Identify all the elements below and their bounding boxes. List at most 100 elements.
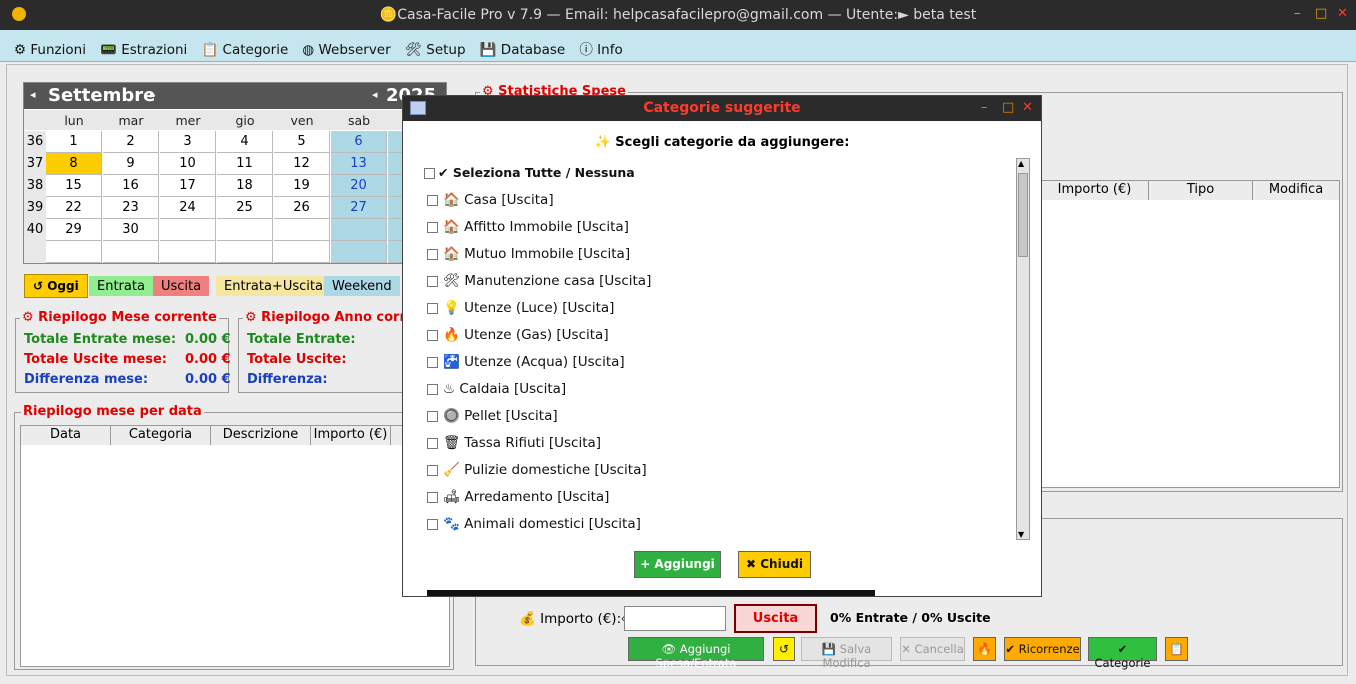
dialog-close-button[interactable]: ✕ bbox=[1022, 100, 1033, 115]
category-item-label[interactable]: ♨ Caldaia [Uscita] bbox=[443, 381, 566, 397]
category-checkbox[interactable] bbox=[427, 438, 438, 449]
category-item-label[interactable]: 🗑 Tassa Rifiuti [Uscita] bbox=[443, 435, 601, 451]
col-data[interactable]: Data bbox=[21, 426, 111, 445]
today-button[interactable]: ↺ Oggi bbox=[24, 274, 88, 298]
calendar-day[interactable]: 10 bbox=[160, 153, 216, 175]
by-date-table[interactable]: Data Categoria Descrizione Importo (€) bbox=[20, 425, 450, 667]
col-categoria[interactable]: Categoria bbox=[111, 426, 211, 445]
calendar-day[interactable]: 18 bbox=[217, 175, 273, 197]
calendar-day[interactable] bbox=[274, 219, 330, 241]
col-descrizione[interactable]: Descrizione bbox=[211, 426, 311, 445]
prev-year-icon[interactable]: ◂ bbox=[372, 88, 378, 101]
menu-categorie[interactable]: 📋 Categorie bbox=[196, 34, 293, 58]
calendar-day[interactable]: 6 bbox=[331, 131, 387, 153]
calendar-day[interactable] bbox=[217, 241, 273, 263]
calendar-day[interactable] bbox=[160, 241, 216, 263]
recurring-button[interactable]: ✔ Ricorrenze bbox=[1004, 637, 1081, 661]
calendar-day[interactable]: 16 bbox=[103, 175, 159, 197]
dialog-close-text-button[interactable]: ✖ Chiudi bbox=[738, 551, 811, 578]
category-item-label[interactable]: 🔥 Utenze (Gas) [Uscita] bbox=[443, 327, 609, 343]
calendar-day[interactable]: 9 bbox=[103, 153, 159, 175]
categories-button[interactable]: ✔ Categorie bbox=[1088, 637, 1157, 670]
calendar-day[interactable]: 23 bbox=[103, 197, 159, 219]
calendar-day[interactable] bbox=[331, 241, 387, 263]
stats-table[interactable]: Importo (€) Tipo Modifica bbox=[1040, 180, 1340, 488]
menu-webserver[interactable]: ◍ Webserver bbox=[297, 34, 395, 58]
category-checkbox[interactable] bbox=[427, 303, 438, 314]
calendar-day[interactable]: 5 bbox=[274, 131, 330, 153]
category-checkbox[interactable] bbox=[427, 249, 438, 260]
category-checkbox[interactable] bbox=[427, 492, 438, 503]
category-item-label[interactable]: 🚰 Utenze (Acqua) [Uscita] bbox=[443, 354, 625, 370]
calendar-day[interactable] bbox=[160, 219, 216, 241]
next-month-icon[interactable]: ▸ bbox=[150, 88, 156, 101]
category-item-label[interactable]: 🐾 Animali domestici [Uscita] bbox=[443, 516, 641, 532]
category-item-label[interactable]: 🛋 Arredamento [Uscita] bbox=[443, 489, 609, 505]
category-checkbox[interactable] bbox=[427, 519, 438, 530]
calendar-day[interactable] bbox=[217, 219, 273, 241]
calendar-day[interactable] bbox=[274, 241, 330, 263]
minimize-button[interactable]: – bbox=[1294, 6, 1301, 21]
category-checkbox[interactable] bbox=[427, 330, 438, 341]
menu-setup[interactable]: 🛠 Setup bbox=[400, 34, 471, 58]
delete-button[interactable]: ✕ Cancella bbox=[900, 637, 965, 661]
amount-input[interactable] bbox=[624, 606, 726, 631]
close-button[interactable]: ✕ bbox=[1337, 6, 1348, 21]
category-item-label[interactable]: 🧹 Pulizie domestiche [Uscita] bbox=[443, 462, 647, 478]
calendar-day[interactable]: 1 bbox=[46, 131, 102, 153]
calendar-day[interactable]: 12 bbox=[274, 153, 330, 175]
category-checkbox[interactable] bbox=[427, 195, 438, 206]
calendar-day[interactable] bbox=[103, 241, 159, 263]
reset-button[interactable]: ↺ bbox=[773, 637, 795, 661]
calendar-day[interactable]: 4 bbox=[217, 131, 273, 153]
calendar-day[interactable]: 20 bbox=[331, 175, 387, 197]
menu-funzioni[interactable]: ⚙ Funzioni bbox=[0, 34, 91, 58]
save-edit-button[interactable]: 💾 Salva Modifica bbox=[801, 637, 892, 670]
category-checkbox[interactable] bbox=[427, 384, 438, 395]
category-checkbox[interactable] bbox=[427, 357, 438, 368]
category-item-label[interactable]: 🏠 Casa [Uscita] bbox=[443, 192, 554, 208]
category-checkbox[interactable] bbox=[427, 276, 438, 287]
calendar-day[interactable]: 11 bbox=[217, 153, 273, 175]
calendar-day[interactable]: 19 bbox=[274, 175, 330, 197]
col-importo[interactable]: Importo (€) bbox=[1041, 181, 1149, 200]
dialog-add-button[interactable]: + Aggiungi bbox=[634, 551, 721, 578]
calendar-day[interactable]: 26 bbox=[274, 197, 330, 219]
calendar-day[interactable]: 2 bbox=[103, 131, 159, 153]
category-item-label[interactable]: 🛠 Manutenzione casa [Uscita] bbox=[443, 273, 651, 289]
col-importo[interactable]: Importo (€) bbox=[311, 426, 391, 445]
category-item-label[interactable]: 🏠 Mutuo Immobile [Uscita] bbox=[443, 246, 630, 262]
category-item-label[interactable]: 💡 Utenze (Luce) [Uscita] bbox=[443, 300, 614, 316]
dialog-minimize-button[interactable]: – bbox=[981, 100, 988, 115]
category-checkbox[interactable] bbox=[427, 411, 438, 422]
menu-database[interactable]: 💾 Database bbox=[475, 34, 571, 58]
select-all-checkbox[interactable] bbox=[424, 168, 435, 179]
menu-estrazioni[interactable]: 📟 Estrazioni bbox=[95, 34, 192, 58]
category-checkbox[interactable] bbox=[427, 465, 438, 476]
calendar-day[interactable]: 24 bbox=[160, 197, 216, 219]
scroll-up-icon[interactable]: ▲ bbox=[1018, 159, 1024, 168]
calendar-day[interactable]: 15 bbox=[46, 175, 102, 197]
add-expense-button[interactable]: 👁 Aggiungi Spesa/Entrata bbox=[628, 637, 764, 670]
calendar-day[interactable]: 29 bbox=[46, 219, 102, 241]
fire-button[interactable]: 🔥 bbox=[973, 637, 996, 661]
prev-month-icon[interactable]: ◂ bbox=[30, 88, 36, 101]
scrollbar-thumb[interactable] bbox=[1018, 173, 1028, 257]
category-item-label[interactable]: 🔘 Pellet [Uscita] bbox=[443, 408, 558, 424]
category-item-label[interactable]: 🏠 Affitto Immobile [Uscita] bbox=[443, 219, 629, 235]
calendar-day[interactable]: 13 bbox=[331, 153, 387, 175]
calendar-day[interactable]: 17 bbox=[160, 175, 216, 197]
maximize-button[interactable]: □ bbox=[1315, 6, 1327, 21]
category-scrollbar[interactable]: ▲ ▼ bbox=[1016, 158, 1030, 540]
calendar-day[interactable]: 22 bbox=[46, 197, 102, 219]
calendar-day[interactable]: 30 bbox=[103, 219, 159, 241]
scroll-down-icon[interactable]: ▼ bbox=[1018, 530, 1024, 539]
calendar-day[interactable] bbox=[331, 219, 387, 241]
col-tipo[interactable]: Tipo bbox=[1149, 181, 1253, 200]
select-all-label[interactable]: ✔ Seleziona Tutte / Nessuna bbox=[438, 165, 635, 180]
calendar-day[interactable]: 3 bbox=[160, 131, 216, 153]
export-button[interactable]: 📋 bbox=[1165, 637, 1188, 661]
category-checkbox[interactable] bbox=[427, 222, 438, 233]
type-toggle-button[interactable]: Uscita bbox=[734, 604, 817, 633]
calendar-day[interactable]: 25 bbox=[217, 197, 273, 219]
